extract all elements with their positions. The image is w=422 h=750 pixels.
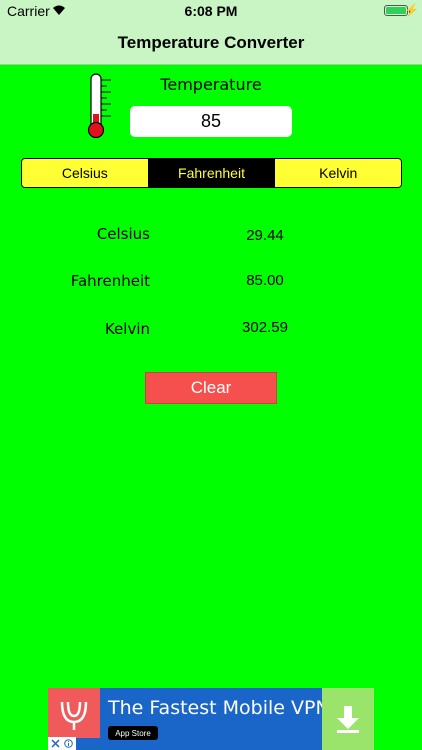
ad-logo-icon	[48, 688, 100, 738]
charging-icon: ⚡	[404, 3, 419, 17]
celsius-value: 29.44	[246, 227, 284, 244]
segment-fahrenheit[interactable]: Fahrenheit	[148, 159, 276, 187]
fahrenheit-label: Fahrenheit	[70, 272, 150, 290]
page-title: Temperature Converter	[117, 33, 305, 52]
segment-kelvin[interactable]: Kelvin	[275, 159, 401, 187]
navigation-bar: Temperature Converter	[0, 22, 422, 65]
kelvin-value: 302.59	[242, 319, 288, 336]
app-store-badge[interactable]: App Store	[108, 726, 158, 740]
status-time: 6:08 PM	[184, 3, 238, 19]
kelvin-label: Kelvin	[104, 320, 150, 338]
temperature-label: Temperature	[160, 75, 262, 94]
unit-selector: Celsius Fahrenheit Kelvin	[21, 158, 402, 188]
ad-title: The Fastest Mobile VPN	[108, 697, 330, 719]
ad-close-icon[interactable]	[48, 737, 76, 750]
celsius-label: Celsius	[96, 225, 150, 243]
download-icon[interactable]	[322, 688, 374, 750]
status-bar: Carrier 6:08 PM ⚡	[0, 0, 422, 22]
ad-banner[interactable]: The Fastest Mobile VPN App Store	[48, 688, 374, 750]
temperature-input[interactable]	[130, 106, 292, 137]
thermometer-icon	[87, 73, 111, 139]
clear-button[interactable]: Clear	[145, 372, 277, 404]
segment-celsius[interactable]: Celsius	[22, 159, 149, 187]
fahrenheit-value: 85.00	[246, 272, 284, 289]
